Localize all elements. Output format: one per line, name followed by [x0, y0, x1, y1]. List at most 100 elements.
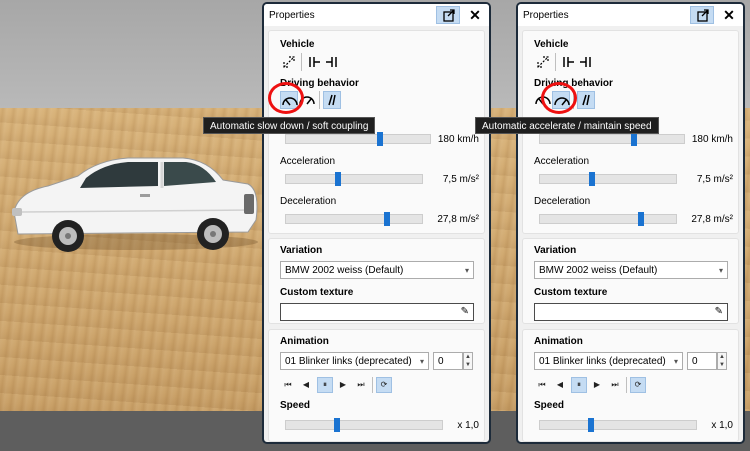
custom-texture-field[interactable]: ✎: [280, 303, 474, 321]
deceleration-thumb[interactable]: [637, 212, 644, 226]
highlight-ring: [268, 82, 304, 114]
acceleration-label: Acceleration: [534, 156, 590, 167]
animation-selected: 01 Blinker links (deprecated): [539, 356, 666, 367]
variation-select[interactable]: BMW 2002 weiss (Default) ▾: [534, 261, 728, 279]
deceleration-slider[interactable]: [285, 212, 423, 226]
loop-icon[interactable]: ⟳: [376, 377, 392, 393]
animation-index-input[interactable]: 0: [433, 352, 463, 370]
acceleration-thumb[interactable]: [588, 172, 595, 186]
skip-last-icon[interactable]: ⏭: [607, 377, 623, 393]
animation-index-value: 0: [438, 356, 444, 367]
chevron-down-icon: ▾: [673, 357, 678, 366]
deceleration-thumb[interactable]: [383, 212, 390, 226]
max-speed-thumb[interactable]: [376, 132, 383, 146]
tooltip-accelerate: Automatic accelerate / maintain speed: [475, 117, 659, 134]
toolbar-divider: [626, 377, 627, 393]
animation-section: Animation 01 Blinker links (deprecated) …: [268, 329, 485, 442]
variation-heading: Variation: [280, 245, 323, 256]
skip-first-icon[interactable]: ⏮: [280, 377, 296, 393]
animation-index-value: 0: [692, 356, 698, 367]
deceleration-slider[interactable]: [539, 212, 677, 226]
animation-index-stepper[interactable]: ▲ ▼: [463, 352, 473, 370]
toolbar-divider: [319, 91, 320, 109]
deceleration-label: Deceleration: [534, 196, 591, 207]
acceleration-slider[interactable]: [285, 172, 423, 186]
acceleration-thumb[interactable]: [334, 172, 341, 186]
panel-titlebar: Properties ✕: [518, 4, 743, 26]
resize-icon[interactable]: [534, 53, 552, 71]
animation-speed-value: x 1,0: [457, 420, 479, 431]
acceleration-label: Acceleration: [280, 156, 336, 167]
variation-section: Variation BMW 2002 weiss (Default) ▾ Cus…: [268, 238, 485, 324]
pause-icon[interactable]: ⏸: [317, 377, 333, 393]
pencil-icon[interactable]: ✎: [461, 306, 469, 317]
toolbar-divider: [555, 53, 556, 71]
pause-icon[interactable]: ⏸: [571, 377, 587, 393]
popout-icon[interactable]: [690, 6, 714, 24]
animation-index-input[interactable]: 0: [687, 352, 717, 370]
tooltip-slow-down: Automatic slow down / soft coupling: [203, 117, 376, 134]
couple-right-icon[interactable]: [577, 53, 595, 71]
max-speed-thumb[interactable]: [630, 132, 637, 146]
close-icon[interactable]: ✕: [467, 6, 483, 24]
skip-first-icon[interactable]: ⏮: [534, 377, 550, 393]
animation-heading: Animation: [280, 336, 329, 347]
chevron-down-icon: ▾: [718, 266, 723, 275]
animation-index-stepper[interactable]: ▲ ▼: [717, 352, 727, 370]
deceleration-value: 27,8 m/s²: [437, 214, 479, 225]
vehicle-heading: Vehicle: [280, 39, 315, 50]
acceleration-value: 7,5 m/s²: [442, 174, 479, 185]
custom-texture-heading: Custom texture: [280, 287, 354, 298]
acceleration-slider[interactable]: [539, 172, 677, 186]
toolbar-divider: [301, 53, 302, 71]
step-back-icon[interactable]: ◀: [552, 377, 568, 393]
popout-icon[interactable]: [436, 6, 460, 24]
max-speed-slider[interactable]: [539, 132, 685, 146]
custom-texture-heading: Custom texture: [534, 287, 608, 298]
acceleration-value: 7,5 m/s²: [696, 174, 733, 185]
animation-select[interactable]: 01 Blinker links (deprecated) ▾: [280, 352, 429, 370]
max-speed-value: 180 km/h: [437, 134, 479, 145]
max-speed-slider[interactable]: [285, 132, 431, 146]
animation-section: Animation 01 Blinker links (deprecated) …: [522, 329, 739, 442]
variation-selected: BMW 2002 weiss (Default): [285, 265, 404, 276]
animation-speed-heading: Speed: [534, 400, 565, 411]
close-icon[interactable]: ✕: [721, 6, 737, 24]
variation-selected: BMW 2002 weiss (Default): [539, 265, 658, 276]
vehicle-heading: Vehicle: [534, 39, 569, 50]
properties-panel: Properties ✕ Vehicle Driving behavior 18…: [262, 2, 491, 444]
car-model[interactable]: [8, 150, 263, 260]
chevron-down-icon: ▾: [464, 266, 469, 275]
couple-left-icon[interactable]: [559, 53, 577, 71]
highlight-ring: [541, 82, 577, 114]
step-back-icon[interactable]: ◀: [298, 377, 314, 393]
variation-select[interactable]: BMW 2002 weiss (Default) ▾: [280, 261, 474, 279]
max-speed-value: 180 km/h: [691, 134, 733, 145]
animation-speed-thumb[interactable]: [334, 418, 341, 432]
skip-last-icon[interactable]: ⏭: [353, 377, 369, 393]
animation-speed-thumb[interactable]: [588, 418, 595, 432]
toolbar-divider: [372, 377, 373, 393]
animation-speed-heading: Speed: [280, 400, 311, 411]
panel-title: Properties: [269, 10, 315, 21]
properties-panel: Properties ✕ Vehicle Driving behavior 18…: [516, 2, 745, 444]
play-icon[interactable]: ▶: [589, 377, 605, 393]
custom-texture-field[interactable]: ✎: [534, 303, 728, 321]
animation-heading: Animation: [534, 336, 583, 347]
animation-speed-value: x 1,0: [711, 420, 733, 431]
deceleration-label: Deceleration: [280, 196, 337, 207]
play-icon[interactable]: ▶: [335, 377, 351, 393]
drive-lane-icon[interactable]: [577, 91, 595, 109]
panel-titlebar: Properties ✕: [264, 4, 489, 26]
drive-lane-icon[interactable]: [323, 91, 341, 109]
resize-icon[interactable]: [280, 53, 298, 71]
variation-heading: Variation: [534, 245, 577, 256]
animation-select[interactable]: 01 Blinker links (deprecated) ▾: [534, 352, 683, 370]
couple-left-icon[interactable]: [305, 53, 323, 71]
couple-right-icon[interactable]: [323, 53, 341, 71]
variation-section: Variation BMW 2002 weiss (Default) ▾ Cus…: [522, 238, 739, 324]
loop-icon[interactable]: ⟳: [630, 377, 646, 393]
pencil-icon[interactable]: ✎: [715, 306, 723, 317]
deceleration-value: 27,8 m/s²: [691, 214, 733, 225]
chevron-down-icon: ▾: [419, 357, 424, 366]
